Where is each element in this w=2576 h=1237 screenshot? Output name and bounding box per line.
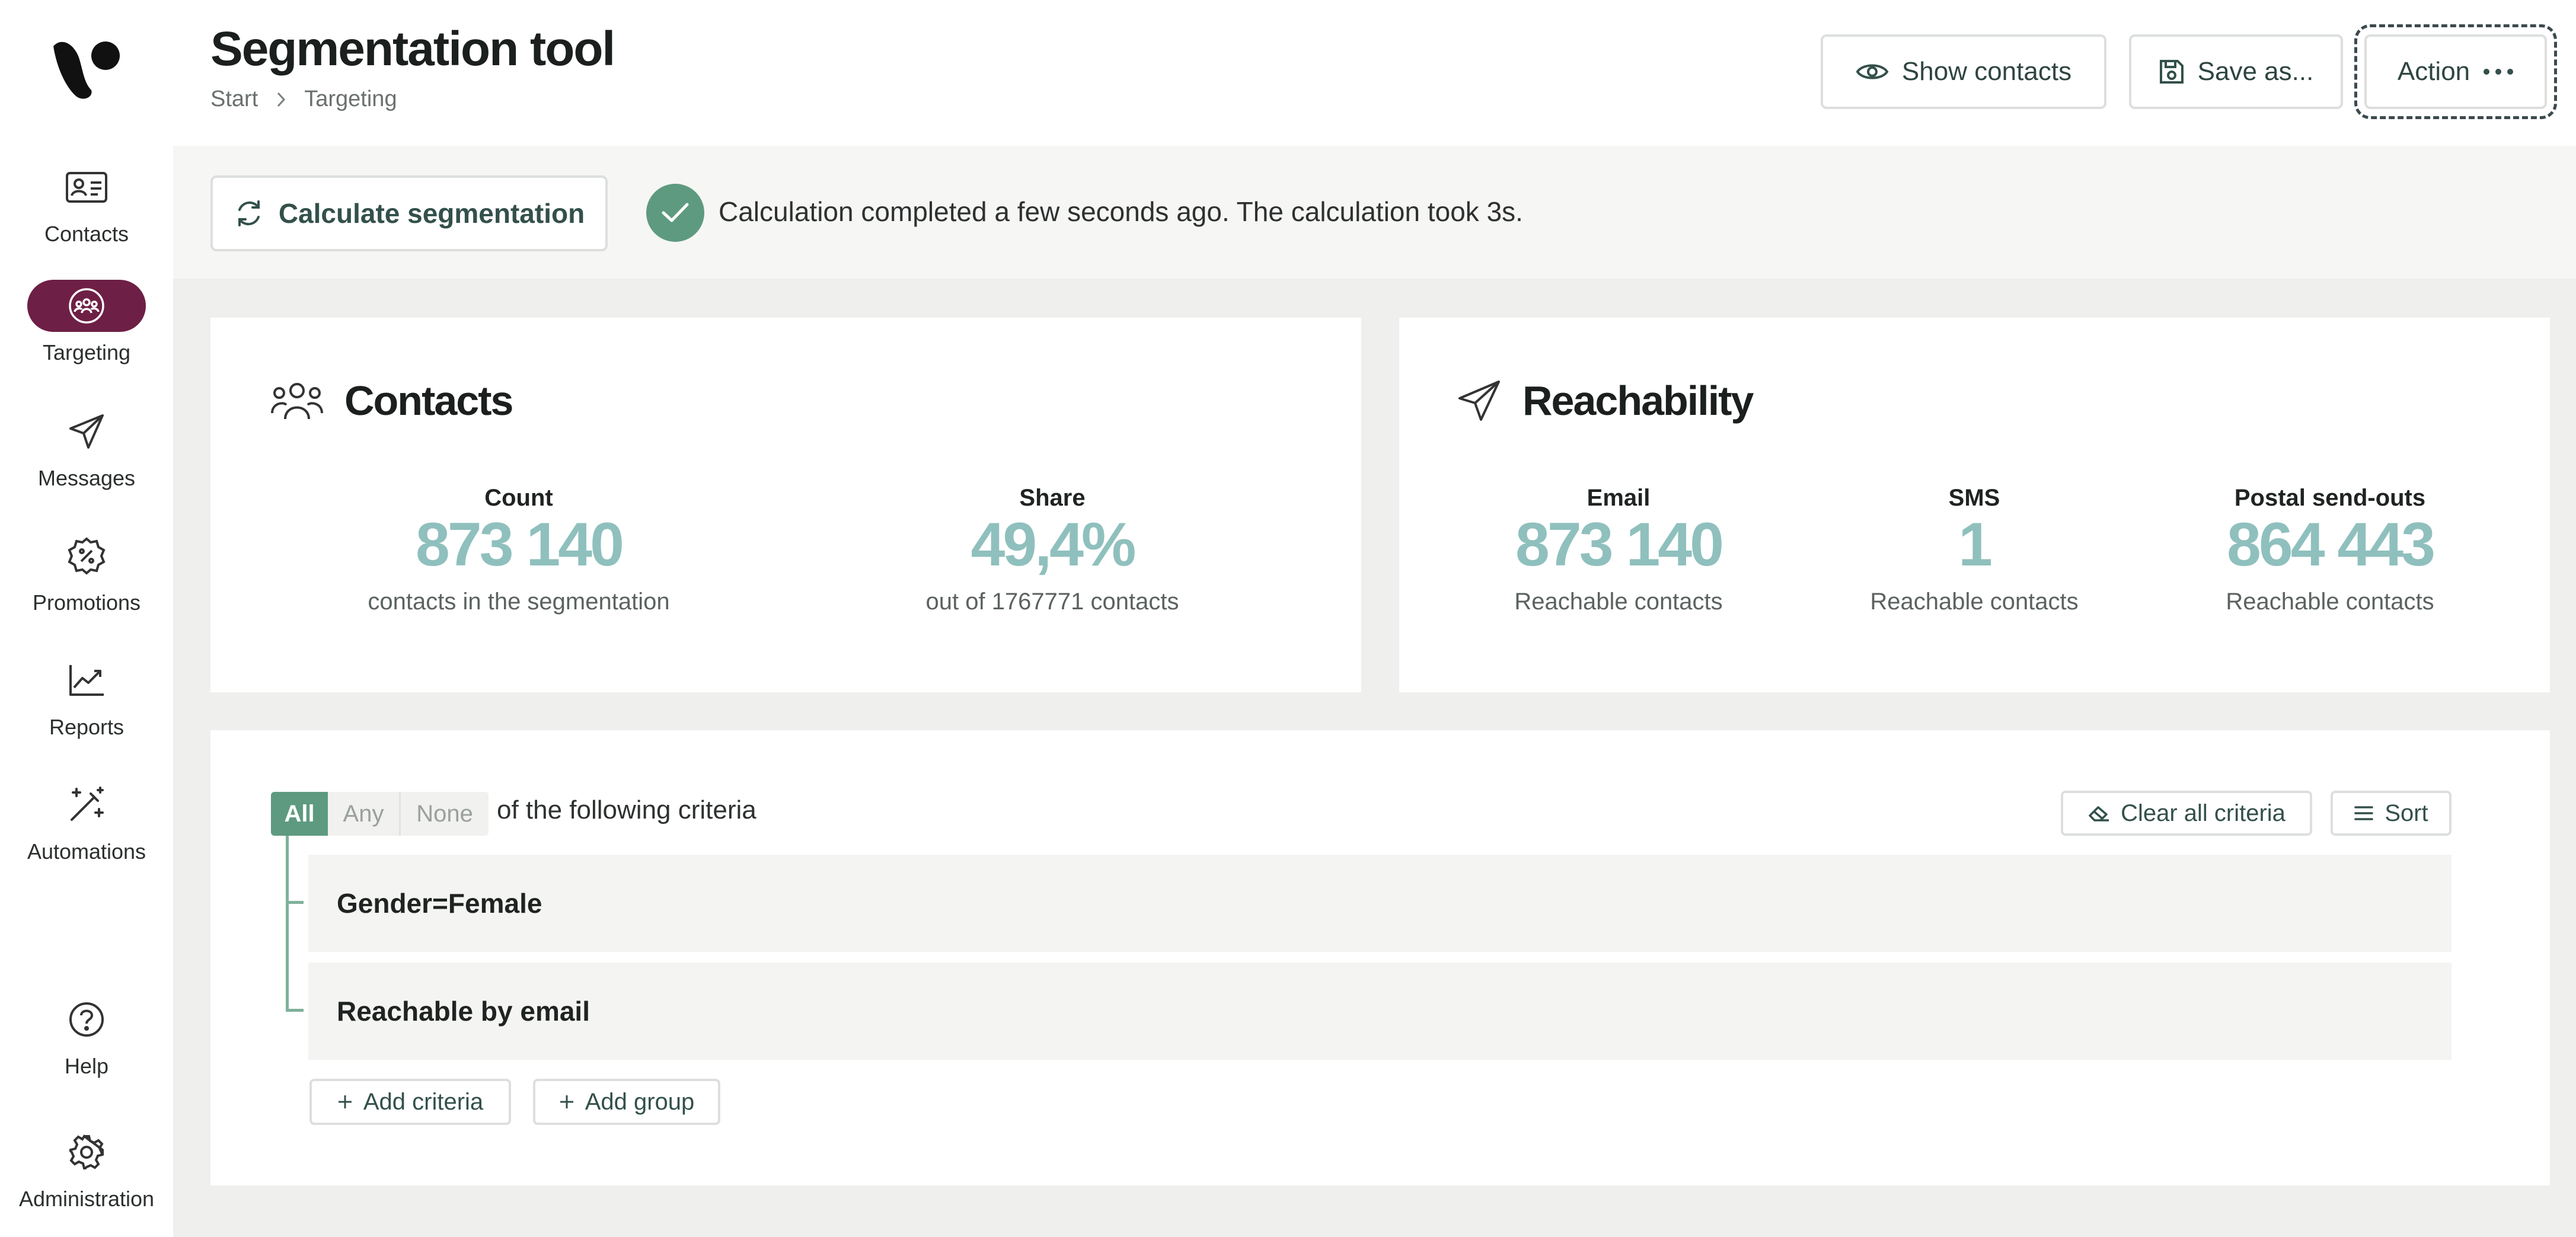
more-dots-icon	[2484, 69, 2514, 75]
email-label: Email	[1587, 485, 1651, 511]
show-contacts-button[interactable]: Show contacts	[1821, 34, 2106, 109]
criteria-suffix-text: of the following criteria	[497, 795, 756, 824]
add-group-label: Add group	[585, 1088, 695, 1115]
sort-lines-icon	[2354, 806, 2374, 820]
sidebar: Contacts Targeting Messages Promotions R…	[0, 0, 173, 1237]
sidebar-item-messages[interactable]: Messages	[0, 405, 173, 491]
eraser-icon	[2089, 806, 2109, 822]
plus-icon	[560, 1095, 573, 1108]
sidebar-item-label: Automations	[27, 839, 146, 864]
postal-label: Postal send-outs	[2234, 485, 2426, 511]
clear-all-criteria-button[interactable]: Clear all criteria	[2061, 791, 2312, 836]
sidebar-item-administration[interactable]: Administration	[0, 1126, 173, 1212]
check-circle-icon	[646, 184, 704, 242]
sidebar-item-contacts[interactable]: Contacts	[0, 161, 173, 247]
postal-stat: Postal send-outs 864 443 Reachable conta…	[2122, 485, 2537, 615]
breadcrumb-item-targeting[interactable]: Targeting	[304, 87, 397, 112]
discount-badge-icon	[27, 530, 146, 582]
reachability-card-title: Reachability	[1522, 378, 1754, 424]
count-value: 873 140	[416, 510, 624, 579]
show-contacts-label: Show contacts	[1901, 57, 2072, 86]
email-subtext: Reachable contacts	[1514, 589, 1723, 615]
sms-subtext: Reachable contacts	[1870, 589, 2079, 615]
count-label: Count	[484, 485, 553, 511]
sidebar-item-reports[interactable]: Reports	[0, 654, 173, 740]
sms-stat: SMS 1 Reachable contacts	[1767, 485, 2182, 615]
criteria-tree-branch	[286, 901, 304, 904]
sidebar-item-automations[interactable]: Automations	[0, 779, 173, 864]
share-stat: Share 49,4% out of 1767771 contacts	[845, 485, 1260, 615]
page-title: Segmentation tool	[210, 22, 615, 76]
help-icon	[27, 993, 146, 1046]
add-criteria-label: Add criteria	[363, 1088, 484, 1115]
calculation-status-text: Calculation completed a few seconds ago.…	[719, 196, 1523, 227]
share-value: 49,4%	[971, 510, 1137, 579]
sidebar-item-label: Administration	[18, 1187, 155, 1211]
sidebar-item-promotions[interactable]: Promotions	[0, 530, 173, 615]
save-as-label: Save as...	[2197, 57, 2314, 86]
chevron-right-icon	[277, 92, 286, 107]
sidebar-item-label: Messages	[37, 466, 136, 490]
sidebar-item-label: Reports	[49, 715, 125, 739]
count-stat: Count 873 140 contacts in the segmentati…	[311, 485, 726, 615]
sidebar-item-targeting[interactable]: Targeting	[0, 280, 173, 365]
contacts-card-header: Contacts	[270, 377, 513, 424]
calculate-segmentation-label: Calculate segmentation	[278, 198, 585, 229]
plus-icon	[338, 1095, 352, 1108]
breadcrumb-item-start[interactable]: Start	[210, 87, 258, 112]
contacts-card-title: Contacts	[344, 378, 513, 424]
eye-icon	[1856, 64, 1889, 79]
sidebar-item-label: Promotions	[32, 590, 141, 615]
clear-all-criteria-label: Clear all criteria	[2121, 800, 2285, 826]
criteria-tree-line	[286, 836, 289, 1011]
match-mode-any[interactable]: Any	[328, 792, 401, 836]
sms-label: SMS	[1948, 485, 2000, 511]
paper-plane-icon	[1458, 381, 1500, 421]
add-group-button[interactable]: Add group	[533, 1079, 720, 1125]
contact-card-icon	[27, 161, 146, 213]
sidebar-item-label: Targeting	[42, 340, 131, 365]
reachability-card-header: Reachability	[1456, 377, 1754, 424]
brand-logo[interactable]	[49, 33, 126, 104]
trend-chart-icon	[27, 654, 146, 707]
postal-subtext: Reachable contacts	[2226, 589, 2434, 615]
criteria-label: Reachable by email	[337, 996, 590, 1027]
postal-value: 864 443	[2227, 510, 2435, 579]
email-stat: Email 873 140 Reachable contacts	[1411, 485, 1826, 615]
people-group-icon	[271, 383, 323, 420]
match-mode-toggle: All Any None	[271, 792, 489, 836]
magic-wand-icon	[27, 779, 146, 831]
count-subtext: contacts in the segmentation	[368, 589, 670, 615]
sort-button[interactable]: Sort	[2331, 791, 2451, 836]
action-label: Action	[2397, 57, 2470, 86]
criteria-row[interactable]: Reachable by email	[308, 963, 2451, 1060]
action-button[interactable]: Action	[2354, 24, 2557, 119]
save-as-button[interactable]: Save as...	[2129, 34, 2343, 109]
paper-plane-icon	[27, 405, 146, 458]
sidebar-item-label: Contacts	[44, 222, 129, 246]
sms-value: 1	[1958, 510, 1993, 579]
criteria-label: Gender=Female	[337, 888, 542, 919]
refresh-icon	[238, 200, 260, 226]
calculate-segmentation-button[interactable]: Calculate segmentation	[210, 175, 608, 251]
criteria-row[interactable]: Gender=Female	[308, 855, 2451, 952]
share-subtext: out of 1767771 contacts	[925, 589, 1179, 615]
sort-label: Sort	[2385, 800, 2428, 826]
match-mode-all[interactable]: All	[271, 792, 328, 836]
criteria-tree-branch	[286, 1009, 304, 1012]
contacts-card: Contacts Count 873 140 contacts in the s…	[210, 318, 1361, 692]
email-value: 873 140	[1515, 510, 1724, 579]
reachability-card: Reachability Email 873 140 Reachable con…	[1399, 318, 2550, 692]
save-icon	[2159, 60, 2184, 84]
sidebar-item-help[interactable]: Help	[0, 993, 173, 1079]
add-criteria-button[interactable]: Add criteria	[309, 1079, 511, 1125]
match-mode-none[interactable]: None	[401, 792, 489, 836]
breadcrumb: Start Targeting	[210, 87, 397, 112]
sidebar-item-label: Help	[64, 1054, 109, 1078]
gear-icon	[27, 1126, 146, 1178]
audience-icon	[27, 280, 146, 332]
share-label: Share	[1019, 485, 1086, 511]
